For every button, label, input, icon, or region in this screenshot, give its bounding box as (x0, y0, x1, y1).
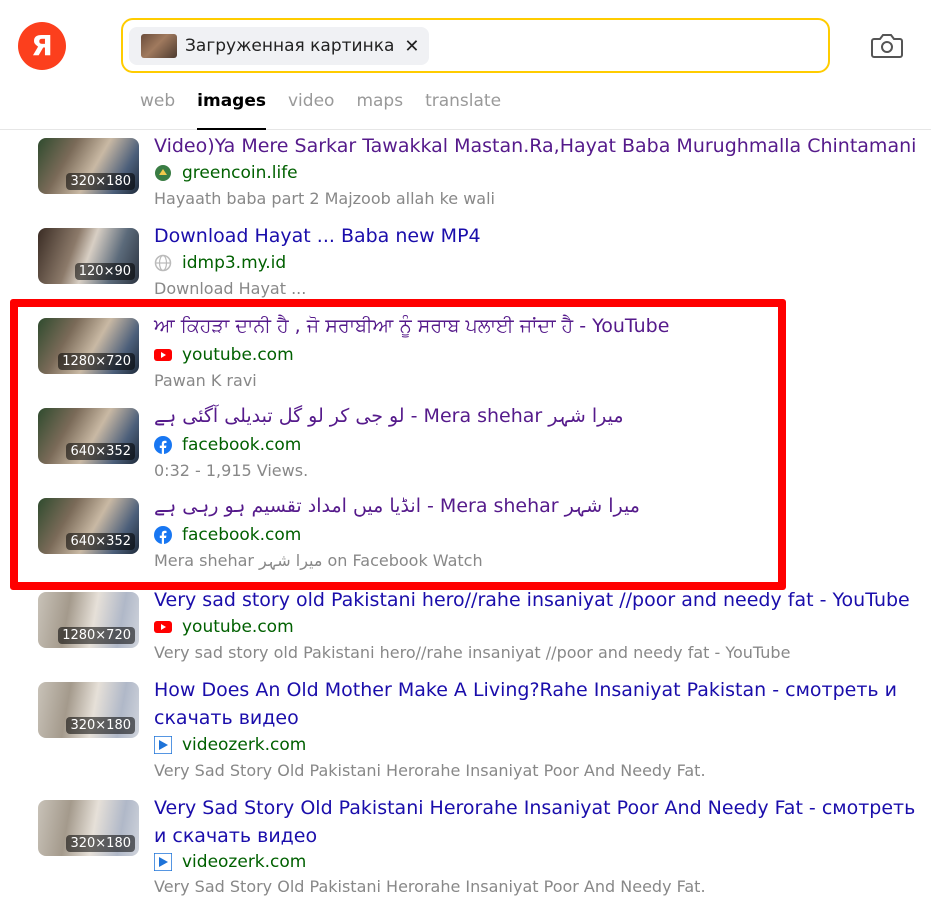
domain-text: youtube.com (182, 345, 294, 365)
domain-text: videozerk.com (182, 735, 307, 755)
result-thumbnail[interactable]: 320×180 (38, 800, 139, 856)
facebook-icon (154, 526, 172, 544)
search-box[interactable]: Загруженная картинка ✕ (121, 18, 830, 73)
uploaded-image-thumbnail (141, 34, 177, 58)
tab-maps[interactable]: maps (356, 88, 403, 130)
domain-text: videozerk.com (182, 852, 307, 872)
logo-letter: Я (31, 29, 53, 62)
result-snippet: Very Sad Story Old Pakistani Herorahe In… (154, 877, 706, 896)
result-domain[interactable]: greencoin.life (154, 163, 298, 183)
camera-icon[interactable] (870, 30, 904, 60)
search-tabs: web images video maps translate (140, 88, 501, 130)
result-snippet: Very Sad Story Old Pakistani Herorahe In… (154, 761, 706, 780)
list-item: 640×352 لو جی کر لو گل تبدیلی آگئی ہے - … (38, 402, 931, 492)
result-snippet: Download Hayat ... (154, 279, 307, 298)
list-item: 320×180 Video)Ya Mere Sarkar Tawakkal Ma… (38, 132, 931, 222)
result-title[interactable]: Download Hayat ... Baba new MP4 (154, 222, 481, 250)
uploaded-image-chip[interactable]: Загруженная картинка ✕ (129, 27, 430, 65)
result-domain[interactable]: idmp3.my.id (154, 253, 286, 273)
videozerk-icon (154, 853, 172, 871)
domain-text: greencoin.life (182, 163, 298, 183)
result-thumbnail[interactable]: 1280×720 (38, 318, 139, 374)
tab-web[interactable]: web (140, 88, 175, 130)
results-list: 320×180 Video)Ya Mere Sarkar Tawakkal Ma… (0, 130, 931, 910)
thumbnail-size: 1280×720 (58, 627, 135, 644)
result-thumbnail[interactable]: 320×180 (38, 682, 139, 738)
thumbnail-size: 320×180 (66, 173, 135, 190)
list-item: 320×180 How Does An Old Mother Make A Li… (38, 676, 931, 791)
result-thumbnail[interactable]: 1280×720 (38, 592, 139, 648)
close-icon[interactable]: ✕ (404, 36, 419, 57)
result-title[interactable]: ਆ ਕਿਹੜਾ ਦਾਨੀ ਹੈ , ਜੋ ਸਰਾਬੀਆ ਨੂੰ ਸਰਾਬ ਪਲਾ… (154, 312, 669, 340)
result-snippet: 0:32 - 1,915 Views. (154, 461, 309, 480)
result-title[interactable]: لو جی کر لو گل تبدیلی آگئی ہے - Mera she… (154, 402, 624, 430)
tab-images[interactable]: images (197, 88, 266, 130)
list-item: 640×352 انڈیا میں امداد تقسیم ہو رہی ہے … (38, 492, 931, 582)
domain-text: facebook.com (182, 525, 302, 545)
youtube-icon (154, 621, 172, 633)
list-item: 320×180 Very Sad Story Old Pakistani Her… (38, 794, 931, 909)
result-snippet: Pawan K ravi (154, 371, 257, 390)
header: Я Загруженная картинка ✕ web images vide… (0, 0, 931, 130)
result-thumbnail[interactable]: 640×352 (38, 408, 139, 464)
result-domain[interactable]: youtube.com (154, 617, 294, 637)
thumbnail-size: 1280×720 (58, 353, 135, 370)
thumbnail-size: 120×90 (74, 263, 135, 280)
result-thumbnail[interactable]: 320×180 (38, 138, 139, 194)
result-domain[interactable]: videozerk.com (154, 852, 306, 872)
result-domain[interactable]: facebook.com (154, 525, 301, 545)
globe-icon (154, 254, 172, 272)
result-domain[interactable]: facebook.com (154, 435, 301, 455)
result-title[interactable]: How Does An Old Mother Make A Living?Rah… (154, 676, 924, 732)
videozerk-icon (154, 736, 172, 754)
chip-label: Загруженная картинка (185, 36, 395, 56)
thumbnail-size: 320×180 (66, 835, 135, 852)
result-title[interactable]: انڈیا میں امداد تقسیم ہو رہی ہے - Mera s… (154, 492, 640, 520)
thumbnail-size: 640×352 (66, 443, 135, 460)
list-item: 1280×720 ਆ ਕਿਹੜਾ ਦਾਨੀ ਹੈ , ਜੋ ਸਰਾਬੀਆ ਨੂੰ… (38, 312, 931, 402)
greencoin-icon (155, 165, 171, 181)
list-item: 120×90 Download Hayat ... Baba new MP4 i… (38, 222, 931, 312)
result-title[interactable]: Video)Ya Mere Sarkar Tawakkal Mastan.Ra,… (154, 132, 916, 160)
youtube-icon (154, 349, 172, 361)
tab-video[interactable]: video (288, 88, 334, 130)
domain-text: idmp3.my.id (182, 253, 287, 273)
result-title[interactable]: Very Sad Story Old Pakistani Herorahe In… (154, 794, 924, 850)
domain-text: youtube.com (182, 617, 294, 637)
result-snippet: Mera shehar میرا شہر on Facebook Watch (154, 551, 483, 570)
yandex-logo[interactable]: Я (18, 22, 66, 70)
result-domain[interactable]: youtube.com (154, 345, 294, 365)
result-domain[interactable]: videozerk.com (154, 735, 306, 755)
domain-text: facebook.com (182, 435, 302, 455)
result-thumbnail[interactable]: 120×90 (38, 228, 139, 284)
result-thumbnail[interactable]: 640×352 (38, 498, 139, 554)
result-snippet: Very sad story old Pakistani hero//rahe … (154, 643, 791, 662)
result-snippet: Hayaath baba part 2 Majzoob allah ke wal… (154, 189, 495, 208)
list-item: 1280×720 Very sad story old Pakistani he… (38, 586, 931, 676)
result-title[interactable]: Very sad story old Pakistani hero//rahe … (154, 586, 910, 614)
thumbnail-size: 320×180 (66, 717, 135, 734)
tab-translate[interactable]: translate (425, 88, 501, 130)
thumbnail-size: 640×352 (66, 533, 135, 550)
facebook-icon (154, 436, 172, 454)
